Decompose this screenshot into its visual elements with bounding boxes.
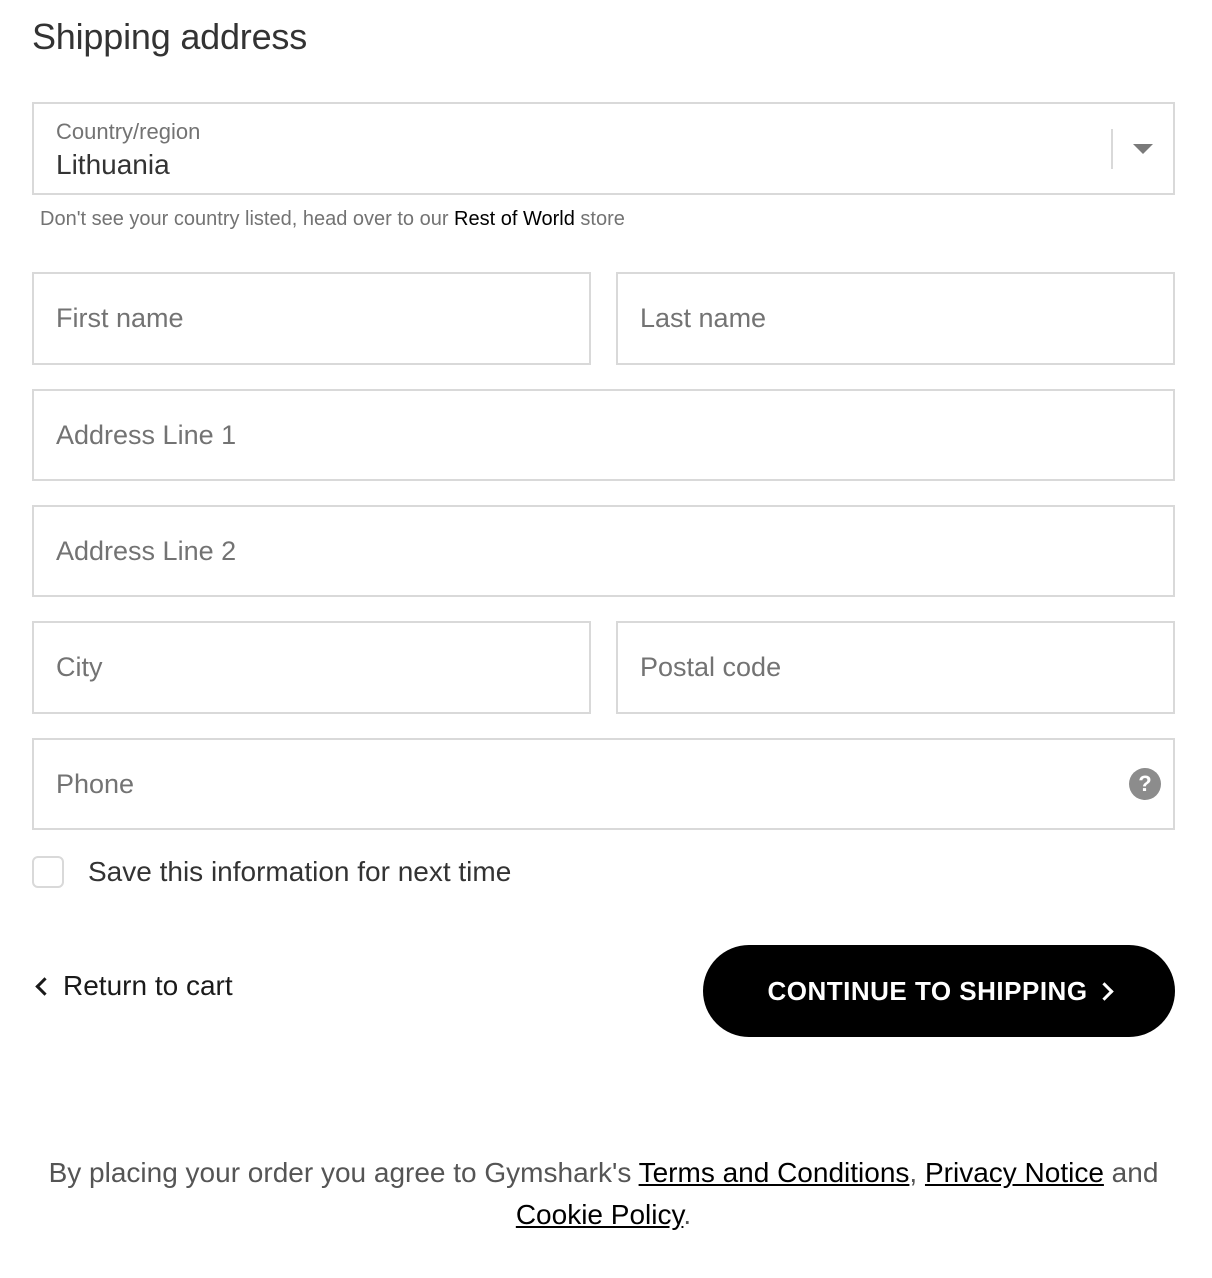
- phone-field: ?: [32, 738, 1175, 830]
- continue-to-shipping-button[interactable]: CONTINUE TO SHIPPING: [703, 945, 1175, 1037]
- cookie-link[interactable]: Cookie Policy: [516, 1199, 684, 1230]
- chevron-left-icon: [35, 976, 54, 996]
- chevron-right-icon: [1094, 981, 1114, 1001]
- helper-prefix: Don't see your country listed, head over…: [40, 208, 455, 230]
- save-info-checkbox-row[interactable]: Save this information for next time: [32, 854, 511, 890]
- legal-prefix: By placing your order you agree to Gymsh…: [48, 1157, 639, 1188]
- country-value: Lithuania: [56, 149, 170, 180]
- legal-and: and: [1103, 1157, 1159, 1188]
- return-to-cart-label: Return to cart: [63, 970, 233, 1001]
- save-info-label: Save this information for next time: [88, 856, 512, 887]
- legal-period: .: [683, 1199, 692, 1230]
- phone-input[interactable]: [34, 740, 1173, 828]
- legal-notice: By placing your order you agree to Gymsh…: [32, 1152, 1175, 1236]
- save-info-checkbox[interactable]: [32, 856, 64, 888]
- rest-of-world-link[interactable]: Rest of World: [454, 208, 575, 230]
- return-to-cart-link[interactable]: Return to cart: [32, 970, 233, 1002]
- helper-suffix: store: [574, 208, 625, 230]
- country-helper-text: Don't see your country listed, head over…: [40, 208, 625, 231]
- postal-code-field: [616, 621, 1175, 714]
- address-line-1-input[interactable]: [34, 391, 1173, 479]
- chevron-down-icon: [1133, 144, 1153, 154]
- terms-link[interactable]: Terms and Conditions: [639, 1157, 910, 1188]
- country-select[interactable]: Country/region Lithuania: [32, 102, 1175, 195]
- city-field: [32, 621, 591, 714]
- last-name-input[interactable]: [618, 274, 1173, 363]
- first-name-input[interactable]: [34, 274, 589, 363]
- city-input[interactable]: [34, 623, 589, 712]
- postal-code-input[interactable]: [618, 623, 1173, 712]
- address-line-1-field: [32, 389, 1175, 481]
- help-icon[interactable]: ?: [1129, 768, 1161, 800]
- address-line-2-input[interactable]: [34, 507, 1173, 595]
- address-line-2-field: [32, 505, 1175, 597]
- section-title: Shipping address: [32, 16, 307, 57]
- first-name-field: [32, 272, 591, 365]
- privacy-link[interactable]: Privacy Notice: [925, 1157, 1104, 1188]
- select-divider: [1111, 129, 1113, 169]
- legal-comma: ,: [909, 1157, 925, 1188]
- country-label: Country/region: [56, 119, 201, 144]
- continue-button-label: CONTINUE TO SHIPPING: [767, 975, 1088, 1006]
- last-name-field: [616, 272, 1175, 365]
